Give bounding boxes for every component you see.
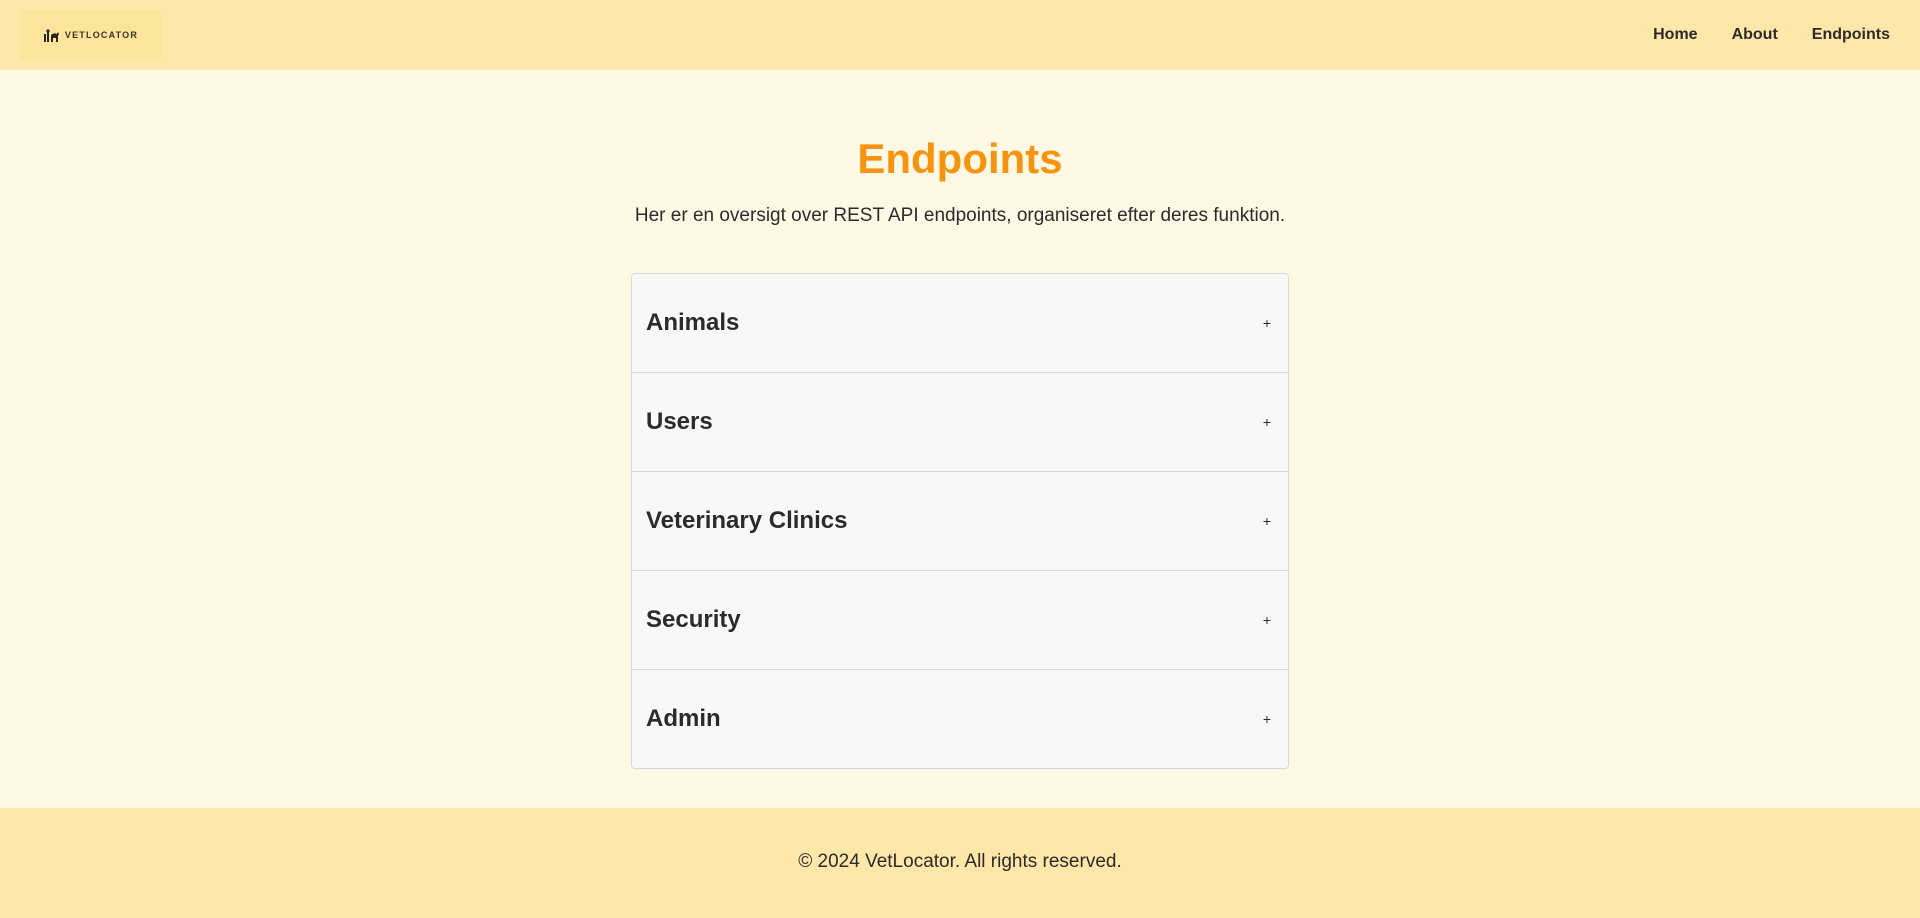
site-footer: © 2024 VetLocator. All rights reserved. xyxy=(0,808,1920,918)
nav-endpoints-link[interactable]: Endpoints xyxy=(1812,26,1890,44)
accordion-title: Users xyxy=(646,408,713,435)
accordion-title: Animals xyxy=(646,309,740,336)
logo[interactable]: VETLOCATOR xyxy=(20,10,161,60)
page-subtitle: Her er en oversigt over REST API endpoin… xyxy=(634,205,1286,226)
plus-icon[interactable]: + xyxy=(1260,414,1274,430)
plus-icon[interactable]: + xyxy=(1260,315,1274,331)
site-header: VETLOCATOR Home About Endpoints xyxy=(0,0,1920,70)
nav-about-link[interactable]: About xyxy=(1732,26,1778,44)
logo-text: VETLOCATOR xyxy=(64,30,139,40)
endpoints-accordion: Animals + Users + Veterinary Clinics + S… xyxy=(631,273,1289,769)
main-nav: Home About Endpoints xyxy=(1653,0,1890,70)
accordion-item-admin[interactable]: Admin + xyxy=(632,670,1288,768)
accordion-item-security[interactable]: Security + xyxy=(632,571,1288,670)
nav-home-link[interactable]: Home xyxy=(1653,26,1697,44)
plus-icon[interactable]: + xyxy=(1260,513,1274,529)
plus-icon[interactable]: + xyxy=(1260,612,1274,628)
accordion-title: Security xyxy=(646,606,741,633)
logo-inner: VETLOCATOR xyxy=(43,28,138,42)
accordion-item-veterinary-clinics[interactable]: Veterinary Clinics + xyxy=(632,472,1288,571)
copyright-text: © 2024 VetLocator. All rights reserved. xyxy=(798,851,1122,872)
accordion-title: Admin xyxy=(646,705,721,732)
page-title: Endpoints xyxy=(857,135,1063,182)
accordion-item-users[interactable]: Users + xyxy=(632,373,1288,472)
accordion-item-animals[interactable]: Animals + xyxy=(632,274,1288,373)
pets-silhouette-icon xyxy=(43,28,61,42)
accordion-title: Veterinary Clinics xyxy=(646,507,848,534)
plus-icon[interactable]: + xyxy=(1260,711,1274,727)
